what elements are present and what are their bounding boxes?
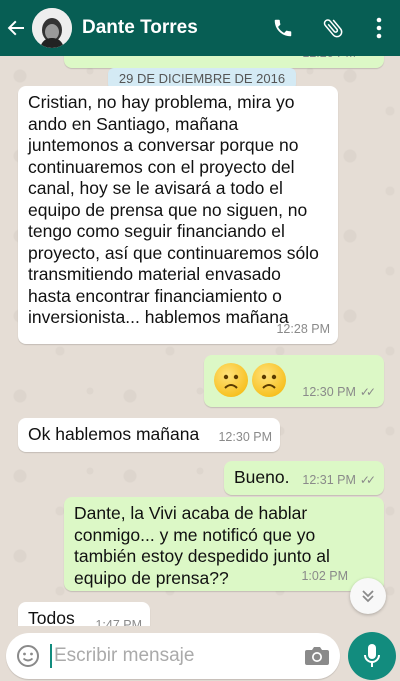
double-check-icon: ✓✓ — [360, 56, 376, 64]
app-bar: Dante Torres — [0, 0, 400, 56]
back-arrow-icon — [7, 20, 24, 36]
more-vert-icon — [376, 17, 382, 39]
message-meta: 12:20 PM ✓✓ — [302, 56, 376, 64]
phone-icon — [274, 19, 292, 37]
camera-button[interactable] — [294, 645, 340, 667]
message-text: Cristian, no hay problema, mira yo ando … — [28, 92, 319, 327]
message-text: Ok hablemos mañana — [28, 424, 200, 444]
message-meta: 12:30 PM — [218, 427, 272, 448]
microphone-icon — [364, 644, 380, 667]
chat-area[interactable]: 12:20 PM ✓✓ 29 DE DICIEMBRE DE 2016 Cris… — [0, 56, 400, 626]
scroll-to-bottom-button[interactable] — [350, 578, 386, 614]
message-text: Bueno. — [234, 467, 290, 487]
message-composer: Escribir mensaje — [6, 633, 340, 679]
message-input[interactable]: Escribir mensaje — [50, 644, 294, 668]
double-check-icon: ✓✓ — [359, 473, 376, 487]
message-meta: 12:31 PM ✓✓ — [302, 470, 376, 491]
camera-icon — [305, 647, 329, 665]
message-time: 12:30 PM — [218, 430, 272, 444]
attach-button[interactable] — [308, 0, 358, 56]
worried-face-emoji — [252, 363, 286, 397]
avatar[interactable] — [32, 8, 72, 48]
paperclip-icon — [323, 19, 343, 38]
smiley-icon — [17, 645, 39, 667]
message-bubble-out[interactable]: Bueno. 12:31 PM ✓✓ — [224, 461, 384, 495]
message-time: 1:47 PM — [95, 618, 142, 626]
call-button[interactable] — [258, 0, 308, 56]
message-meta: 12:28 PM — [276, 319, 330, 340]
message-meta: 12:30 PM ✓✓ — [302, 382, 376, 403]
message-bubble-in[interactable]: Ok hablemos mañana 12:30 PM — [18, 418, 280, 452]
double-check-icon: ✓✓ — [359, 385, 376, 399]
message-bubble-in[interactable]: Cristian, no hay problema, mira yo ando … — [18, 86, 338, 344]
message-bubble-out[interactable]: Dante, la Vivi acaba de hablar conmigo..… — [64, 497, 384, 591]
message-bubble-out[interactable]: 12:30 PM ✓✓ — [204, 355, 384, 407]
message-time: 12:20 PM — [302, 56, 356, 64]
message-text: Todos — [28, 608, 75, 626]
message-time: 1:02 PM — [301, 569, 348, 583]
more-options-button[interactable] — [358, 0, 400, 56]
message-meta: 1:47 PM — [95, 615, 142, 626]
message-meta: 1:02 PM — [301, 566, 348, 587]
contact-name[interactable]: Dante Torres — [82, 17, 258, 39]
back-button[interactable] — [0, 0, 32, 56]
double-chevron-down-icon — [362, 590, 374, 603]
message-time: 12:31 PM — [302, 473, 356, 487]
message-bubble-in[interactable]: Todos 1:47 PM — [18, 602, 150, 626]
emoji-button[interactable] — [6, 644, 50, 668]
message-time: 12:30 PM — [302, 385, 356, 399]
worried-face-emoji — [214, 363, 248, 397]
voice-message-button[interactable] — [348, 632, 396, 680]
message-time: 12:28 PM — [276, 322, 330, 336]
message-bubble-out-partial[interactable]: 12:20 PM ✓✓ — [64, 56, 384, 68]
